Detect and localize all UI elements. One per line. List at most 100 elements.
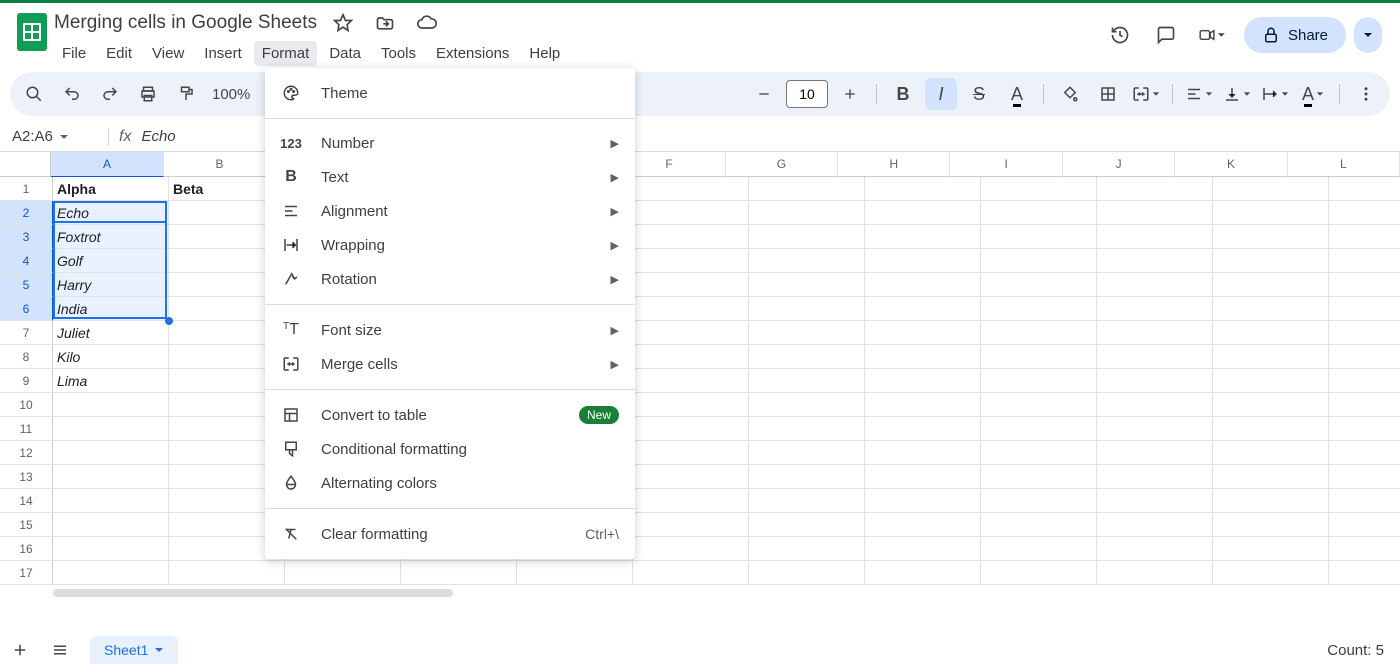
decrease-font-icon[interactable]	[748, 78, 780, 110]
sheets-logo[interactable]	[10, 9, 54, 51]
format-rotation[interactable]: Rotation ▶	[265, 262, 635, 296]
cell[interactable]	[981, 201, 1097, 225]
move-icon[interactable]	[371, 9, 399, 37]
cell[interactable]	[53, 417, 169, 441]
cell[interactable]	[1213, 513, 1329, 537]
cell[interactable]	[981, 297, 1097, 321]
format-merge-cells[interactable]: Merge cells ▶	[265, 347, 635, 381]
row-header[interactable]: 3	[0, 225, 53, 249]
cell[interactable]	[633, 177, 749, 201]
cell[interactable]	[1097, 441, 1213, 465]
cell[interactable]	[749, 369, 865, 393]
add-sheet-button[interactable]	[0, 632, 40, 668]
cell[interactable]	[53, 513, 169, 537]
format-clear[interactable]: Clear formatting Ctrl+\	[265, 517, 635, 551]
cell[interactable]	[1213, 345, 1329, 369]
paint-format-icon[interactable]	[170, 78, 202, 110]
redo-icon[interactable]	[94, 78, 126, 110]
cell[interactable]	[1097, 561, 1213, 585]
status-count[interactable]: Count: 5	[1327, 642, 1400, 659]
menu-data[interactable]: Data	[321, 41, 369, 66]
cell[interactable]	[749, 177, 865, 201]
cell[interactable]	[1097, 225, 1213, 249]
cell[interactable]	[981, 513, 1097, 537]
menu-extensions[interactable]: Extensions	[428, 41, 517, 66]
cell[interactable]	[981, 177, 1097, 201]
cell[interactable]: Juliet	[53, 321, 169, 345]
format-conditional[interactable]: Conditional formatting	[265, 432, 635, 466]
cell[interactable]	[1213, 393, 1329, 417]
cell[interactable]	[865, 561, 981, 585]
font-size-input[interactable]	[786, 80, 828, 108]
row-header[interactable]: 6	[0, 297, 53, 321]
cell[interactable]	[1213, 201, 1329, 225]
rotation-button[interactable]: A	[1297, 78, 1329, 110]
row-header[interactable]: 4	[0, 249, 53, 273]
cell[interactable]	[1213, 321, 1329, 345]
cell[interactable]	[749, 393, 865, 417]
cell[interactable]	[865, 249, 981, 273]
cell[interactable]	[1213, 489, 1329, 513]
cell[interactable]	[1329, 297, 1400, 321]
format-convert-table[interactable]: Convert to table New	[265, 398, 635, 432]
cell[interactable]: Foxtrot	[53, 225, 169, 249]
cell[interactable]	[865, 537, 981, 561]
cell[interactable]	[749, 561, 865, 585]
column-header[interactable]: I	[950, 152, 1062, 177]
format-wrapping[interactable]: Wrapping ▶	[265, 228, 635, 262]
comment-icon[interactable]	[1152, 21, 1180, 49]
cell[interactable]	[633, 489, 749, 513]
cell[interactable]	[53, 561, 169, 585]
row-header[interactable]: 11	[0, 417, 53, 441]
format-alignment[interactable]: Alignment ▶	[265, 194, 635, 228]
menu-tools[interactable]: Tools	[373, 41, 424, 66]
cell[interactable]	[53, 465, 169, 489]
cell[interactable]	[865, 489, 981, 513]
cell[interactable]	[1329, 273, 1400, 297]
cell[interactable]	[1329, 441, 1400, 465]
cell[interactable]	[865, 225, 981, 249]
cloud-saved-icon[interactable]	[413, 9, 441, 37]
zoom-level[interactable]: 100%	[208, 86, 254, 103]
merge-cells-button[interactable]	[1130, 78, 1162, 110]
cell[interactable]	[169, 561, 285, 585]
cell[interactable]: India	[53, 297, 169, 321]
all-sheets-button[interactable]	[40, 632, 80, 668]
cell[interactable]	[633, 441, 749, 465]
cell[interactable]	[1329, 561, 1400, 585]
cell[interactable]	[865, 345, 981, 369]
share-button[interactable]: Share	[1244, 17, 1346, 53]
cell[interactable]	[1329, 465, 1400, 489]
cell[interactable]	[1097, 489, 1213, 513]
cell[interactable]	[1329, 249, 1400, 273]
cell[interactable]	[1213, 441, 1329, 465]
cell[interactable]	[749, 321, 865, 345]
cell[interactable]	[633, 369, 749, 393]
menu-edit[interactable]: Edit	[98, 41, 140, 66]
cell[interactable]	[749, 489, 865, 513]
cell[interactable]	[749, 225, 865, 249]
cell[interactable]	[1097, 249, 1213, 273]
cell[interactable]	[865, 513, 981, 537]
menu-insert[interactable]: Insert	[196, 41, 250, 66]
column-header[interactable]: H	[838, 152, 950, 177]
share-dropdown[interactable]	[1354, 17, 1382, 53]
cell[interactable]	[633, 201, 749, 225]
cell[interactable]	[1097, 465, 1213, 489]
cell[interactable]	[633, 249, 749, 273]
cell[interactable]	[865, 177, 981, 201]
italic-button[interactable]: I	[925, 78, 957, 110]
cell[interactable]	[633, 321, 749, 345]
cell[interactable]	[865, 417, 981, 441]
cell[interactable]	[633, 225, 749, 249]
cell[interactable]	[1213, 225, 1329, 249]
cell[interactable]	[1329, 177, 1400, 201]
format-alternating[interactable]: Alternating colors	[265, 466, 635, 500]
cell[interactable]	[865, 441, 981, 465]
column-header[interactable]: A	[51, 152, 163, 177]
cell[interactable]	[981, 249, 1097, 273]
cell[interactable]	[981, 465, 1097, 489]
cell[interactable]	[1329, 369, 1400, 393]
cell[interactable]	[1213, 297, 1329, 321]
format-text[interactable]: B Text ▶	[265, 160, 635, 194]
